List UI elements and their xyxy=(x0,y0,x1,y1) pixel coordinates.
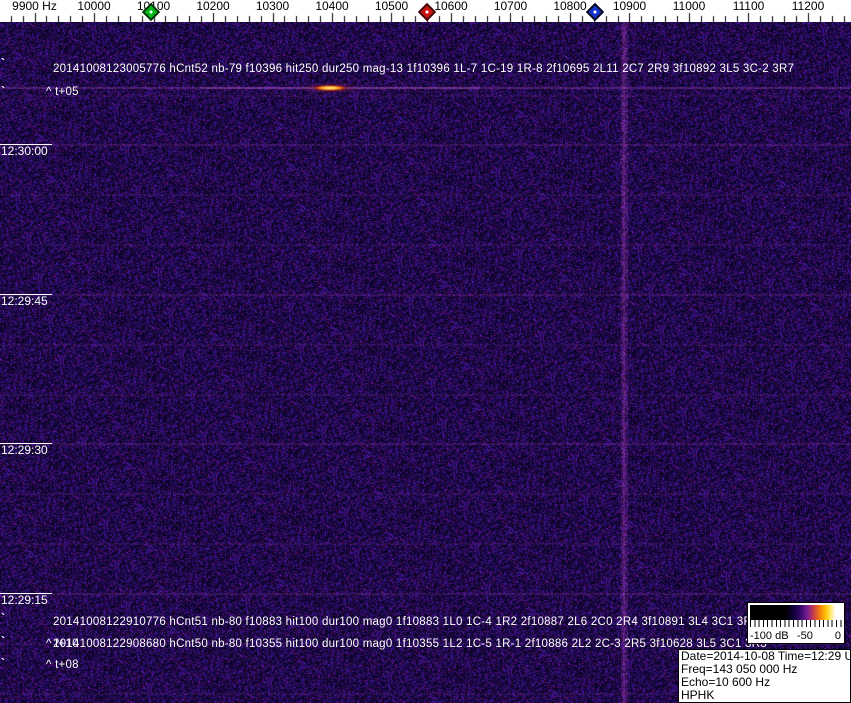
event-annotation: 20141008123005776 hCnt52 nb-79 f10396 hi… xyxy=(53,63,795,75)
spectrogram-area: 12:30:00 12:29:45 12:29:30 12:29:15 20141008… xyxy=(0,22,851,703)
info-station-id: HPHK xyxy=(681,688,715,702)
event-annotation: 20141008122908680 hCnt50 nb-80 f10355 hi… xyxy=(53,638,767,650)
event-tick-mark: ` xyxy=(1,634,5,648)
db-label-max: 0 xyxy=(834,630,841,642)
db-color-scale: -100 dB -50 0 xyxy=(747,602,845,644)
ruler-label: 9900 Hz xyxy=(12,0,57,13)
color-gradient-bar xyxy=(750,605,840,620)
event-tick-mark: ` xyxy=(1,84,5,98)
ruler-label: 10600 xyxy=(434,0,468,13)
ruler-label: 10000 xyxy=(77,0,111,13)
ruler-label: 11100 xyxy=(732,0,765,13)
time-label: 12:30:00 xyxy=(1,144,48,158)
ruler-label: 10300 xyxy=(255,0,290,13)
spectrogram-window: 9900 Hz100001010010200103001040010500106… xyxy=(0,0,851,703)
color-scale-ticks xyxy=(750,620,842,627)
ruler-label: 11200 xyxy=(791,0,825,13)
event-annotation: 20141008122910776 hCnt51 nb-80 f10883 hi… xyxy=(53,616,759,628)
event-offset-label: ^ t+08 xyxy=(46,659,79,671)
time-label: 12:29:15 xyxy=(1,593,48,607)
event-tick-mark: ` xyxy=(1,656,5,670)
db-label-min: -100 dB xyxy=(750,630,789,642)
ruler-label: 11000 xyxy=(672,0,706,13)
ruler-label: 10500 xyxy=(374,0,409,13)
ruler-label: 10200 xyxy=(196,0,230,13)
event-offset-label: ^ t+05 xyxy=(46,86,79,98)
db-label-mid: -50 xyxy=(797,630,813,642)
time-label: 12:29:30 xyxy=(1,443,48,457)
ruler-label: 10800 xyxy=(553,0,587,13)
ruler-label: 10700 xyxy=(493,0,528,13)
spectrogram-canvas[interactable] xyxy=(0,22,851,703)
ruler-label: 10900 xyxy=(612,0,647,13)
event-tick-mark: ` xyxy=(1,56,5,70)
event-tick-mark: ` xyxy=(1,611,5,625)
frequency-ruler: 9900 Hz100001010010200103001040010500106… xyxy=(0,0,851,22)
info-box: Date=2014-10-08 Time=12:29 UTC Freq=143 … xyxy=(678,649,851,703)
time-label: 12:29:45 xyxy=(1,294,48,308)
ruler-label: 10400 xyxy=(315,0,349,13)
